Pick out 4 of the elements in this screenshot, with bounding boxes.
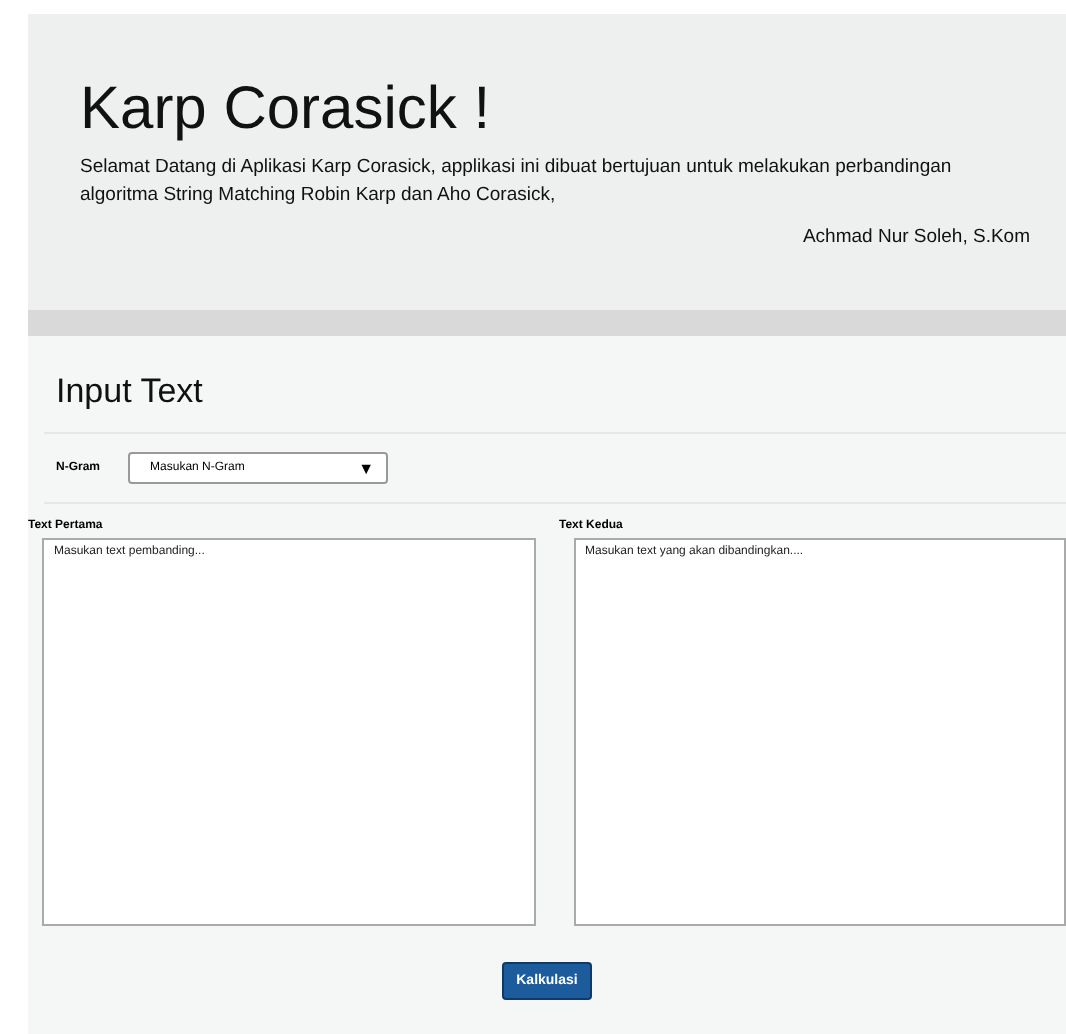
author-name: Achmad Nur Soleh, S.Kom	[800, 225, 1030, 247]
section-title: Input Text	[56, 370, 205, 414]
welcome-text: Selamat Datang di Aplikasi Karp Corasick, applikasi ini dibuat bertujuan untuk melakukan perbandingan algoritma String Matching Robin Karp dan Aho Corasick,	[80, 154, 954, 211]
app-title: Karp Corasick !	[80, 74, 493, 146]
